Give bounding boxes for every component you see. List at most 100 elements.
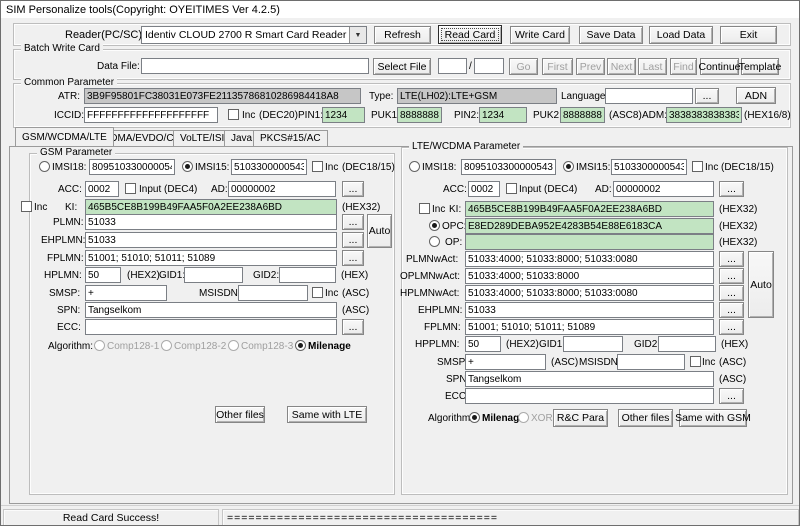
batch-pos-input[interactable] [438, 58, 467, 74]
puk1-input[interactable] [397, 107, 442, 123]
gsm-spn-input[interactable] [85, 302, 337, 318]
lte-plmnwact-input[interactable] [465, 251, 714, 267]
prev-button[interactable]: Prev [576, 58, 605, 75]
lte-rc-para-button[interactable]: R&C Para [553, 409, 608, 427]
go-button[interactable]: Go [509, 58, 538, 75]
lte-ad-input[interactable] [613, 181, 714, 197]
gsm-acc-input-checkbox[interactable] [125, 183, 136, 194]
gsm-fplmn-browse-button[interactable]: ... [342, 250, 364, 266]
lte-ki-inc-checkbox[interactable] [419, 203, 430, 214]
iccid-inc-checkbox[interactable] [228, 109, 239, 120]
puk2-input[interactable] [560, 107, 605, 123]
lte-op-input[interactable] [465, 234, 714, 250]
lte-hplmnwact-input[interactable] [465, 285, 714, 301]
first-button[interactable]: First [542, 58, 573, 75]
tab-pkcs15-ac[interactable]: PKCS#15/AC [253, 130, 328, 146]
pin2-input[interactable] [479, 107, 527, 123]
exit-button[interactable]: Exit [720, 26, 777, 44]
gsm-milenage-radio[interactable] [295, 340, 306, 351]
lte-ecc-input[interactable] [465, 388, 714, 404]
lte-ehplmn-input[interactable] [465, 302, 714, 318]
gsm-ecc-input[interactable] [85, 319, 337, 335]
continue-button[interactable]: Continue [700, 58, 739, 75]
lte-ki-input[interactable] [465, 201, 714, 217]
lte-smsp-input[interactable] [465, 354, 546, 370]
dropdown-arrow-icon[interactable]: ▼ [349, 27, 366, 43]
lte-milenage-radio[interactable] [469, 412, 480, 423]
last-button[interactable]: Last [638, 58, 667, 75]
lte-fplmn-browse-button[interactable]: ... [719, 319, 744, 335]
lte-acc-input[interactable] [468, 181, 500, 197]
gsm-comp128-1-radio[interactable] [94, 340, 105, 351]
gsm-ad-browse-button[interactable]: ... [342, 181, 364, 197]
batch-total-input[interactable] [474, 58, 504, 74]
lte-gid2-input[interactable] [658, 336, 716, 352]
next-button[interactable]: Next [607, 58, 636, 75]
lte-hpplmn-input[interactable] [465, 336, 501, 352]
load-data-button[interactable]: Load Data [649, 26, 713, 44]
refresh-button[interactable]: Refresh [374, 26, 431, 44]
tab-gsm-wcdma-lte[interactable]: GSM/WCDMA/LTE [15, 127, 114, 146]
lte-other-files-button[interactable]: Other files [618, 409, 673, 427]
lte-fplmn-input[interactable] [465, 319, 714, 335]
gsm-msisdn-inc-checkbox[interactable] [312, 287, 323, 298]
lte-opc-input[interactable] [465, 218, 714, 234]
gsm-ecc-browse-button[interactable]: ... [342, 319, 364, 335]
gsm-other-files-button[interactable]: Other files [215, 406, 265, 423]
lte-msisdn-input[interactable] [617, 354, 685, 370]
data-file-input[interactable] [141, 58, 369, 74]
gsm-gid2-input[interactable] [279, 267, 336, 283]
gsm-hplmn-input[interactable] [85, 267, 121, 283]
gsm-plmn-browse-button[interactable]: ... [342, 214, 364, 230]
gsm-imsi15-radio[interactable] [182, 161, 193, 172]
gsm-same-with-lte-button[interactable]: Same with LTE [287, 406, 367, 423]
read-card-button[interactable]: Read Card [438, 25, 502, 44]
lte-gid1-input[interactable] [563, 336, 623, 352]
gsm-acc-input[interactable] [85, 181, 119, 197]
lte-ecc-browse-button[interactable]: ... [719, 388, 744, 404]
gsm-ad-input[interactable] [228, 181, 336, 197]
select-file-button[interactable]: Select File [373, 58, 431, 75]
gsm-gid1-input[interactable] [184, 267, 243, 283]
gsm-ehplmn-browse-button[interactable]: ... [342, 232, 364, 248]
lte-imsi-inc-checkbox[interactable] [692, 161, 703, 172]
lte-spn-input[interactable] [465, 371, 714, 387]
lte-same-with-gsm-button[interactable]: Same with GSM [679, 409, 747, 427]
lte-opc-radio[interactable] [429, 220, 440, 231]
lte-ad-browse-button[interactable]: ... [719, 181, 744, 197]
gsm-imsi-inc-checkbox[interactable] [312, 161, 323, 172]
gsm-msisdn-input[interactable] [238, 285, 308, 301]
lte-op-radio[interactable] [429, 236, 440, 247]
language-input[interactable] [605, 88, 693, 104]
adn-button[interactable]: ADN [736, 87, 776, 104]
lte-hplmnwact-browse-button[interactable]: ... [719, 285, 744, 301]
save-data-button[interactable]: Save Data [579, 26, 643, 44]
lte-imsi18-radio[interactable] [409, 161, 420, 172]
lte-xor-radio[interactable] [518, 412, 529, 423]
reader-select[interactable]: Identiv CLOUD 2700 R Smart Card Reader 0… [141, 26, 367, 44]
gsm-plmn-input[interactable] [85, 214, 337, 230]
gsm-imsi15-input[interactable] [231, 159, 307, 175]
adm-input[interactable] [666, 107, 742, 123]
find-button[interactable]: Find [670, 58, 697, 75]
lte-oplmnwact-input[interactable] [465, 268, 714, 284]
gsm-ki-inc-checkbox[interactable] [21, 201, 32, 212]
lte-ehplmn-browse-button[interactable]: ... [719, 302, 744, 318]
lte-msisdn-inc-checkbox[interactable] [690, 356, 701, 367]
gsm-comp128-2-radio[interactable] [161, 340, 172, 351]
gsm-imsi18-radio[interactable] [39, 161, 50, 172]
lte-auto-button[interactable]: Auto [748, 251, 774, 318]
gsm-fplmn-input[interactable] [85, 250, 337, 266]
gsm-smsp-input[interactable] [85, 285, 167, 301]
lte-oplmnwact-browse-button[interactable]: ... [719, 268, 744, 284]
language-browse-button[interactable]: ... [695, 88, 719, 104]
lte-imsi15-radio[interactable] [563, 161, 574, 172]
iccid-input[interactable] [84, 107, 218, 123]
lte-plmnwact-browse-button[interactable]: ... [719, 251, 744, 267]
gsm-comp128-3-radio[interactable] [228, 340, 239, 351]
lte-acc-input-checkbox[interactable] [506, 183, 517, 194]
lte-imsi15-input[interactable] [611, 159, 687, 175]
gsm-auto-button[interactable]: Auto [367, 214, 392, 248]
write-card-button[interactable]: Write Card [510, 26, 570, 44]
lte-imsi18-input[interactable] [461, 159, 556, 175]
